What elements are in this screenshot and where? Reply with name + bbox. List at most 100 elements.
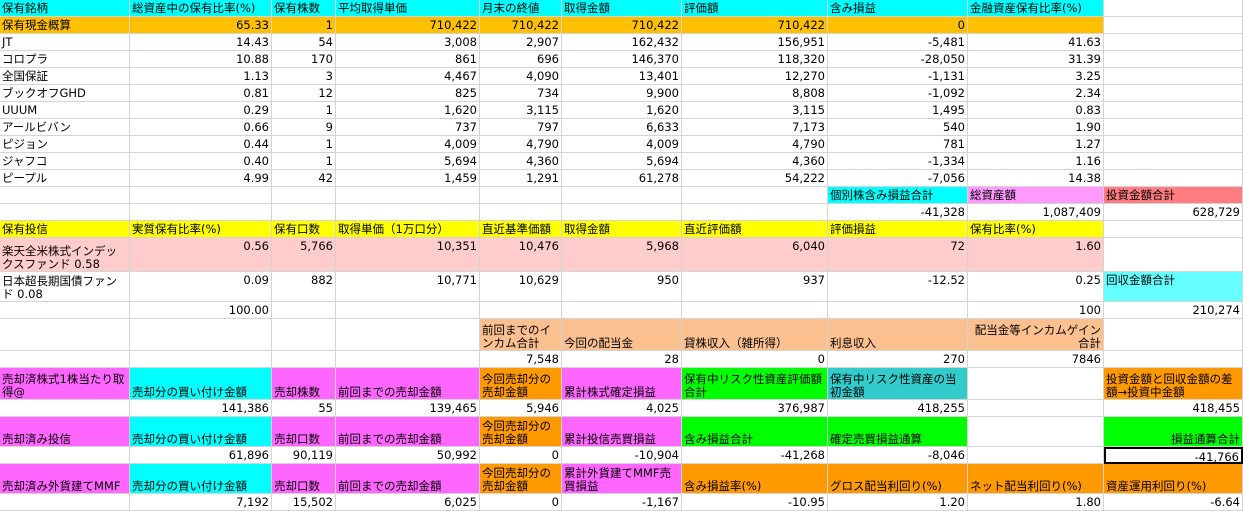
sheet-cell[interactable]: 売却株数 <box>272 368 336 400</box>
sheet-cell[interactable]: 総資産額 <box>968 187 1104 204</box>
sheet-cell[interactable]: 楽天全米株式インデックスファンド 0.58 <box>0 238 130 272</box>
sheet-cell[interactable]: 72 <box>828 238 968 272</box>
sheet-cell[interactable]: -10,904 <box>562 447 682 464</box>
sheet-cell[interactable] <box>0 204 130 221</box>
sheet-cell[interactable]: 直近基準価額 <box>480 221 562 238</box>
sheet-cell[interactable]: 4,790 <box>682 136 828 153</box>
sheet-cell[interactable]: 2.34 <box>968 85 1104 102</box>
sheet-cell[interactable]: 保有口数 <box>272 221 336 238</box>
sheet-cell[interactable] <box>130 351 272 368</box>
sheet-cell[interactable]: 4,790 <box>480 136 562 153</box>
sheet-cell[interactable]: 270 <box>828 351 968 368</box>
sheet-cell[interactable]: -6.64 <box>1104 494 1243 511</box>
sheet-cell[interactable]: 含み損益 <box>828 0 968 17</box>
sheet-cell[interactable]: 実質保有比率(%) <box>130 221 272 238</box>
sheet-cell[interactable]: 950 <box>562 272 682 302</box>
sheet-cell[interactable]: 1.27 <box>968 136 1104 153</box>
sheet-cell[interactable]: 90,119 <box>272 447 336 464</box>
sheet-cell[interactable] <box>480 302 562 319</box>
sheet-cell[interactable] <box>1104 170 1243 187</box>
sheet-cell[interactable]: 540 <box>828 119 968 136</box>
sheet-cell[interactable]: 0.25 <box>968 272 1104 302</box>
sheet-cell[interactable]: 781 <box>828 136 968 153</box>
sheet-cell[interactable]: 0.81 <box>130 85 272 102</box>
sheet-cell[interactable] <box>0 187 130 204</box>
sheet-cell[interactable]: 13,401 <box>562 68 682 85</box>
sheet-cell[interactable]: 100 <box>968 302 1104 319</box>
sheet-cell[interactable]: 31.39 <box>968 51 1104 68</box>
sheet-cell[interactable]: 9,900 <box>562 85 682 102</box>
sheet-cell[interactable]: 前回までの売却金額 <box>336 417 480 447</box>
sheet-cell[interactable]: 170 <box>272 51 336 68</box>
sheet-cell[interactable]: 全国保証 <box>0 68 130 85</box>
sheet-cell[interactable]: 1.80 <box>968 494 1104 511</box>
sheet-cell[interactable] <box>1104 68 1243 85</box>
sheet-cell[interactable]: -8,046 <box>828 447 968 464</box>
sheet-cell[interactable]: 保有中リスク性資産評価額合計 <box>682 368 828 400</box>
sheet-cell[interactable]: 8,808 <box>682 85 828 102</box>
sheet-cell[interactable]: 3,008 <box>336 34 480 51</box>
sheet-cell[interactable]: 418,455 <box>1104 400 1243 417</box>
sheet-cell[interactable]: 取得金額 <box>562 0 682 17</box>
sheet-cell[interactable]: 総資産中の保有比率(%) <box>130 0 272 17</box>
sheet-cell[interactable]: 評価損益 <box>828 221 968 238</box>
sheet-cell[interactable]: 10,476 <box>480 238 562 272</box>
sheet-cell[interactable]: 4,360 <box>480 153 562 170</box>
sheet-cell[interactable] <box>272 187 336 204</box>
sheet-cell[interactable]: 月末の終値 <box>480 0 562 17</box>
sheet-cell[interactable]: 4,025 <box>562 400 682 417</box>
sheet-cell[interactable]: 418,255 <box>828 400 968 417</box>
sheet-cell[interactable]: 1.60 <box>968 238 1104 272</box>
sheet-cell[interactable]: 1 <box>272 153 336 170</box>
sheet-cell[interactable]: 利息収入 <box>828 319 968 351</box>
sheet-cell[interactable]: 0.56 <box>130 238 272 272</box>
sheet-cell[interactable]: 売却済み外貨建てMMF <box>0 464 130 494</box>
sheet-cell[interactable]: 保有比率(%) <box>968 221 1104 238</box>
sheet-cell[interactable] <box>336 319 480 351</box>
sheet-cell[interactable]: 1,495 <box>828 102 968 119</box>
sheet-cell[interactable]: 710,422 <box>336 17 480 34</box>
sheet-cell[interactable] <box>682 204 828 221</box>
sheet-cell[interactable]: 1,087,409 <box>968 204 1104 221</box>
sheet-cell[interactable]: 前回までの売却金額 <box>336 464 480 494</box>
sheet-cell[interactable]: 100.00 <box>130 302 272 319</box>
sheet-cell[interactable]: 10.88 <box>130 51 272 68</box>
sheet-cell[interactable]: ピープル <box>0 170 130 187</box>
sheet-cell[interactable]: アールビバン <box>0 119 130 136</box>
sheet-cell[interactable]: 42 <box>272 170 336 187</box>
sheet-cell[interactable] <box>1104 102 1243 119</box>
sheet-cell[interactable]: 売却分の買い付け金額 <box>130 417 272 447</box>
sheet-cell[interactable]: 前回までの売却金額 <box>336 368 480 400</box>
sheet-cell[interactable] <box>130 319 272 351</box>
sheet-cell[interactable]: 含み損益率(%) <box>682 464 828 494</box>
sheet-cell[interactable]: 825 <box>336 85 480 102</box>
sheet-cell[interactable]: 4,009 <box>336 136 480 153</box>
sheet-cell[interactable] <box>1104 136 1243 153</box>
sheet-cell[interactable]: 売却口数 <box>272 464 336 494</box>
sheet-cell[interactable]: グロス配当利回り(%) <box>828 464 968 494</box>
sheet-cell[interactable]: 売却済み投信 <box>0 417 130 447</box>
sheet-cell[interactable]: 含み損益合計 <box>682 417 828 447</box>
sheet-cell[interactable]: ブックオフGHD <box>0 85 130 102</box>
sheet-cell[interactable] <box>968 447 1104 464</box>
sheet-cell[interactable]: 個別株含み損益合計 <box>828 187 968 204</box>
sheet-cell[interactable]: 734 <box>480 85 562 102</box>
sheet-cell[interactable]: 0.83 <box>968 102 1104 119</box>
sheet-cell[interactable]: 146,370 <box>562 51 682 68</box>
sheet-cell[interactable]: 今回の配当金 <box>562 319 682 351</box>
sheet-cell[interactable]: 7,173 <box>682 119 828 136</box>
sheet-cell[interactable]: 797 <box>480 119 562 136</box>
sheet-cell[interactable]: 156,951 <box>682 34 828 51</box>
sheet-cell[interactable]: 7,548 <box>480 351 562 368</box>
sheet-cell[interactable]: 確定売買損益通算 <box>828 417 968 447</box>
sheet-cell[interactable] <box>336 187 480 204</box>
sheet-cell[interactable]: ピジョン <box>0 136 130 153</box>
sheet-cell[interactable]: 保有銘柄 <box>0 0 130 17</box>
sheet-cell[interactable] <box>130 204 272 221</box>
sheet-cell[interactable]: 10,351 <box>336 238 480 272</box>
sheet-cell[interactable]: 737 <box>336 119 480 136</box>
sheet-cell[interactable] <box>968 417 1104 447</box>
sheet-cell[interactable]: コロプラ <box>0 51 130 68</box>
sheet-cell[interactable]: 投資金額合計 <box>1104 187 1243 204</box>
sheet-cell[interactable]: 710,422 <box>562 17 682 34</box>
